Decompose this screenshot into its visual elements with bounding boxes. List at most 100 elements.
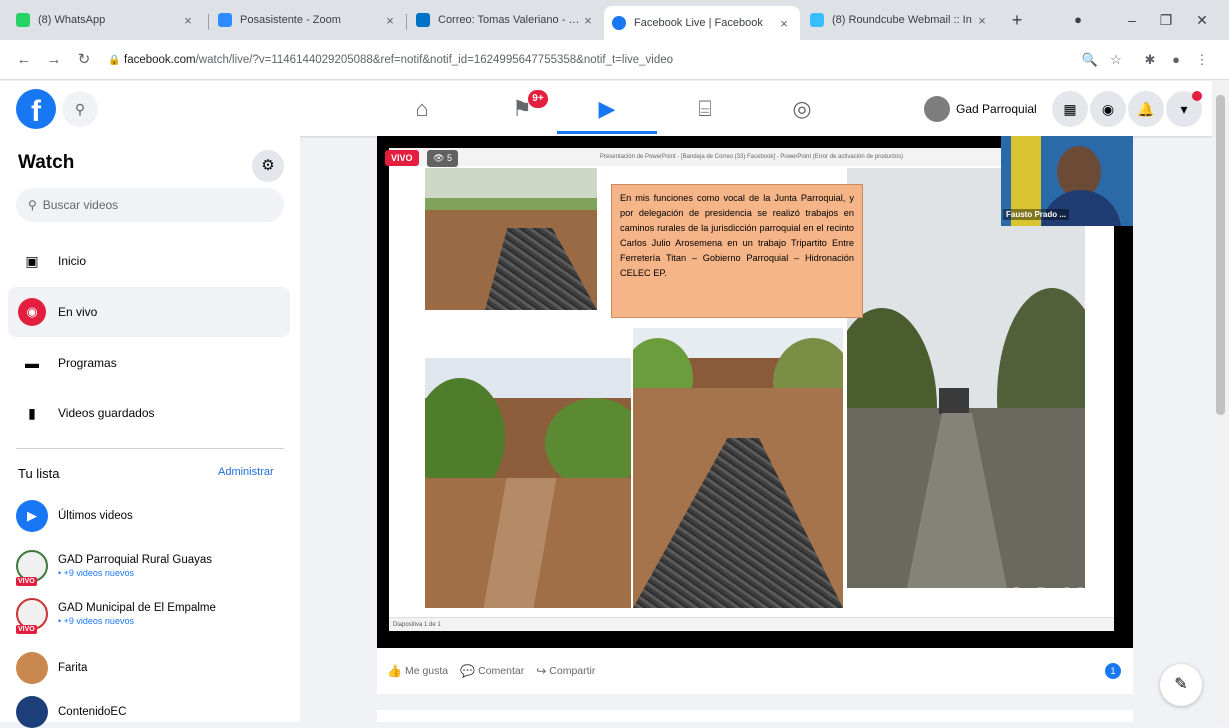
tab-roundcube[interactable]: (8) Roundcube Webmail :: In × bbox=[802, 6, 998, 34]
live-badge: VIVO bbox=[385, 150, 419, 166]
list-item-sub: • +9 videos nuevos bbox=[58, 568, 134, 578]
avatar bbox=[16, 652, 48, 684]
sidebar-item-inicio[interactable]: ▣ Inicio bbox=[8, 236, 290, 286]
restore-button[interactable]: ❐ bbox=[1154, 9, 1178, 31]
gear-icon[interactable]: ⚙ bbox=[252, 150, 284, 182]
back-icon[interactable]: ← bbox=[14, 50, 34, 70]
sidebar-item-programas[interactable]: ▬ Programas bbox=[8, 338, 290, 388]
search-icon[interactable]: ⚲ bbox=[62, 91, 98, 127]
compose-message-icon[interactable]: ✎ bbox=[1160, 664, 1202, 706]
comment-icon: 💬 bbox=[460, 664, 476, 678]
tab-title: (8) WhatsApp bbox=[38, 14, 106, 26]
live-icon: ◉ bbox=[18, 298, 46, 326]
close-icon[interactable]: × bbox=[382, 13, 398, 28]
scrollbar-thumb[interactable] bbox=[1216, 95, 1225, 415]
thumbs-up-icon: 👍 bbox=[387, 664, 402, 678]
facebook-logo[interactable]: f bbox=[16, 89, 56, 129]
like-label: Me gusta bbox=[404, 665, 449, 677]
account-dropdown-icon[interactable]: ▾ bbox=[1166, 91, 1202, 127]
home-icon[interactable]: ⌂ bbox=[372, 84, 472, 134]
list-item-sub: • +9 videos nuevos bbox=[58, 616, 134, 626]
new-tab-button[interactable]: + bbox=[1006, 9, 1028, 31]
menu-grid-icon[interactable]: ▦ bbox=[1052, 91, 1088, 127]
play-icon: ▶ bbox=[16, 500, 48, 532]
profile-link[interactable]: Gad Parroquial bbox=[924, 93, 1037, 125]
groups-icon[interactable]: ◎ bbox=[752, 84, 852, 134]
list-item-name: Últimos videos bbox=[58, 510, 133, 522]
list-item-name: GAD Municipal de El Empalme bbox=[58, 602, 216, 614]
list-item[interactable]: Farita bbox=[16, 652, 286, 684]
avatar bbox=[16, 696, 48, 728]
list-item[interactable]: ContenidoEC bbox=[16, 696, 286, 728]
comment-label: Comentar bbox=[478, 665, 525, 677]
road-photo bbox=[633, 328, 843, 608]
list-item[interactable]: VIVO GAD Parroquial Rural Guayas • +9 vi… bbox=[16, 550, 286, 586]
tab-title: Posasistente - Zoom bbox=[240, 14, 341, 26]
post-action-bar: 👍 Me gusta 💬 Comentar ↪ Compartir 1 bbox=[377, 648, 1133, 694]
account-icon[interactable]: ● bbox=[1166, 50, 1186, 70]
close-icon[interactable]: × bbox=[974, 13, 990, 28]
list-item[interactable]: ▶ Últimos videos bbox=[16, 500, 286, 532]
reload-icon[interactable]: ↻ bbox=[74, 50, 94, 70]
tab-whatsapp[interactable]: (8) WhatsApp × bbox=[8, 6, 204, 34]
tab-title: Facebook Live | Facebook bbox=[634, 17, 763, 29]
window-close-button[interactable]: ✕ bbox=[1190, 9, 1214, 31]
forward-icon[interactable]: → bbox=[44, 50, 64, 70]
extensions-icon[interactable]: ✱ bbox=[1140, 50, 1160, 70]
tab-title: (8) Roundcube Webmail :: In bbox=[832, 14, 972, 26]
browser-tab-strip: (8) WhatsApp × Posasistente - Zoom × Cor… bbox=[0, 0, 1229, 40]
reaction-count[interactable]: 1 bbox=[1105, 663, 1121, 679]
url-host: facebook.com bbox=[124, 54, 196, 66]
list-item[interactable]: VIVO GAD Municipal de El Empalme • +9 vi… bbox=[16, 598, 286, 634]
tab-zoom[interactable]: Posasistente - Zoom × bbox=[210, 6, 406, 34]
road-photo bbox=[847, 168, 1085, 588]
sidebar-item-en-vivo[interactable]: ◉ En vivo bbox=[8, 287, 290, 337]
list-item-name: GAD Parroquial Rural Guayas bbox=[58, 554, 213, 566]
road-photo bbox=[425, 358, 631, 608]
share-icon: ↪ bbox=[536, 664, 547, 678]
sidebar-item-videos-guardados[interactable]: ▮ Videos guardados bbox=[8, 388, 290, 438]
avatar bbox=[924, 96, 950, 122]
sidebar-item-label: Videos guardados bbox=[58, 406, 155, 420]
notification-badge: 9+ bbox=[528, 90, 548, 108]
watch-sidebar: Watch ⚙ ⚲ Buscar videos ▣ Inicio ◉ En vi… bbox=[0, 136, 300, 728]
whatsapp-icon bbox=[16, 13, 30, 27]
minimize-button[interactable]: – bbox=[1120, 9, 1144, 31]
notifications-icon[interactable]: 🔔 bbox=[1128, 91, 1164, 127]
search-placeholder: Buscar videos bbox=[42, 198, 119, 212]
tab-facebook[interactable]: Facebook Live | Facebook × bbox=[604, 6, 800, 40]
play-icon: ▣ bbox=[18, 247, 46, 275]
live-badge: VIVO bbox=[16, 577, 37, 586]
sidebar-item-label: En vivo bbox=[58, 305, 98, 319]
avatar: VIVO bbox=[16, 550, 48, 586]
menu-icon[interactable]: ⋮ bbox=[1192, 50, 1212, 70]
watch-icon[interactable]: ▶ bbox=[557, 84, 657, 134]
close-icon[interactable]: × bbox=[180, 13, 196, 28]
close-icon[interactable]: × bbox=[776, 16, 792, 31]
messenger-icon[interactable]: ◉ bbox=[1090, 91, 1126, 127]
share-label: Compartir bbox=[549, 665, 596, 677]
list-item-name: ContenidoEC bbox=[58, 706, 127, 718]
address-bar[interactable]: 🔒 facebook.com/watch/live/?v=11461440292… bbox=[108, 47, 1068, 73]
close-icon[interactable]: × bbox=[580, 13, 596, 28]
video-player[interactable]: Presentación de PowerPoint - [Bandeja de… bbox=[377, 136, 1133, 648]
tab-outlook[interactable]: Correo: Tomas Valeriano - Ou × bbox=[408, 6, 604, 34]
manage-link[interactable]: Administrar bbox=[218, 466, 274, 478]
profile-icon[interactable]: ● bbox=[1066, 9, 1090, 31]
like-button[interactable]: 👍 Me gusta bbox=[387, 664, 448, 678]
roundcube-icon bbox=[810, 13, 824, 27]
viewer-count: 👁 5 bbox=[427, 150, 458, 167]
profile-name: Gad Parroquial bbox=[956, 102, 1037, 116]
zoom-lens-icon[interactable]: 🔍 bbox=[1080, 50, 1100, 70]
page-scrollbar[interactable] bbox=[1212, 81, 1229, 722]
road-photo bbox=[425, 168, 597, 310]
sidebar-item-label: Inicio bbox=[58, 254, 87, 268]
browser-toolbar: ← → ↻ 🔒 facebook.com/watch/live/?v=11461… bbox=[0, 40, 1229, 80]
bookmark-star-icon[interactable]: ☆ bbox=[1106, 50, 1126, 70]
search-videos-input[interactable]: ⚲ Buscar videos bbox=[16, 188, 284, 222]
comment-button[interactable]: 💬 Comentar bbox=[460, 664, 524, 678]
search-icon: ⚲ bbox=[28, 198, 37, 212]
marketplace-icon[interactable]: ⌸ bbox=[655, 84, 755, 134]
outlook-icon bbox=[416, 13, 430, 27]
share-button[interactable]: ↪ Compartir bbox=[536, 664, 595, 678]
